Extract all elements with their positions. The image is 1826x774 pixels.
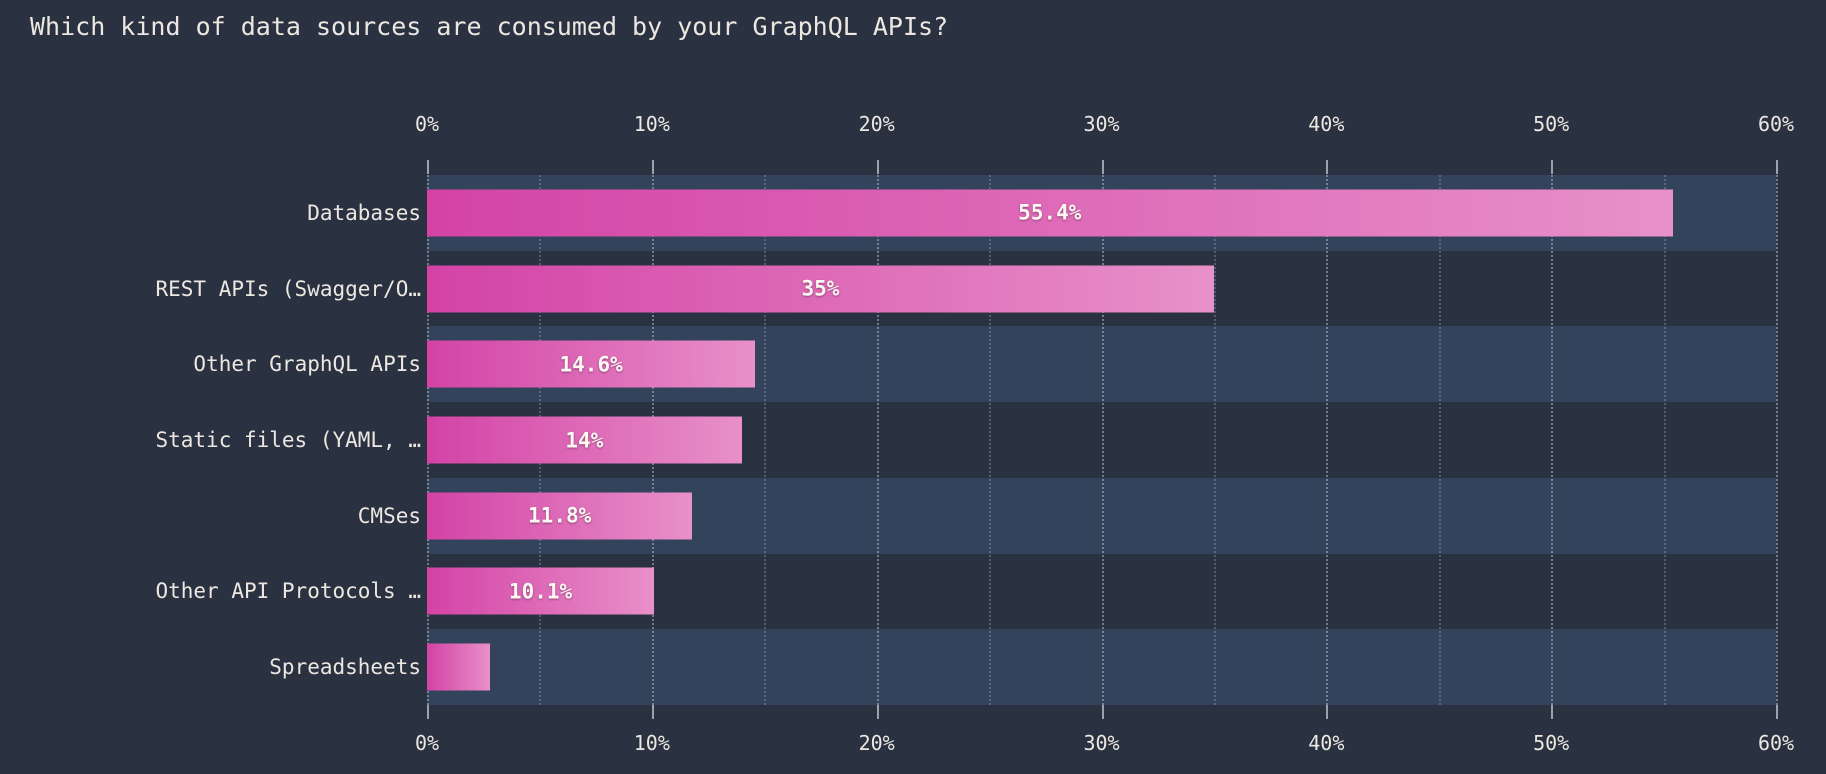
axis-tick-label: 30% [1083,112,1120,136]
axis-tick [1776,160,1778,174]
axis-tick [1551,160,1554,174]
bar[interactable]: 14.6% [427,340,756,388]
axis-tick-label: 30% [1083,731,1120,755]
bar-value-label: 35% [801,276,840,301]
category-label: Spreadsheets [269,655,421,680]
category-label: CMSes [357,503,421,528]
gridline-major [876,175,879,705]
gridline-major [1326,175,1329,705]
axis-tick [651,705,654,719]
axis-tick [1326,705,1329,719]
bar-value-label: 11.8% [528,503,592,528]
bar[interactable]: 14% [427,416,742,464]
axis-tick-label: 50% [1533,112,1570,136]
gridline-minor [1663,175,1666,705]
axis-tick-label: 10% [633,112,670,136]
gridline-major [1101,175,1104,705]
axis-tick [427,160,429,174]
axis-tick [876,160,879,174]
axis-tick-label: 20% [858,112,895,136]
axis-tick [1326,160,1329,174]
axis-tick-label: 50% [1533,731,1570,755]
axis-tick [651,160,654,174]
bar-value-label: 14% [565,428,604,452]
bar-value-label: 10.1% [508,579,573,604]
category-label: REST APIs (Swagger/O… [155,276,421,301]
bar-value-label: 55.4% [1018,200,1082,225]
category-label: Other API Protocols … [155,579,421,604]
axis-tick-label: 40% [1308,731,1345,755]
axis-tick [876,705,879,719]
gridline-minor [1213,175,1216,705]
bar[interactable]: 55.4% [427,189,1673,237]
bar[interactable] [427,643,490,691]
axis-tick [1776,705,1778,719]
axis-tick [1101,705,1104,719]
axis-tick [1551,705,1554,719]
bar[interactable]: 11.8% [427,492,693,540]
gridline-major [1776,175,1778,705]
axis-tick-label: 0% [414,112,440,136]
bar-value-label: 14.6% [559,352,623,377]
axis-tick [1101,160,1104,174]
axis-tick-label: 60% [1757,112,1795,136]
gridline-minor [1438,175,1441,705]
gridline-minor [764,175,767,705]
bar[interactable]: 10.1% [427,567,655,615]
axis-tick [427,705,429,719]
category-label: Databases [307,200,421,225]
axis-tick-label: 20% [858,731,895,755]
category-label: Other GraphQL APIs [193,352,421,377]
category-label: Static files (YAML, … [155,428,421,452]
axis-tick-label: 40% [1308,112,1345,136]
bar[interactable]: 35% [427,265,1214,313]
gridline-major [1551,175,1554,705]
gridline-minor [989,175,992,705]
axis-tick-label: 0% [414,731,440,755]
bar-chart: 0% 10% 20% 30% 40% 50% 60% 0% 10% 20% 30% 40% 50% 60… [0,0,1826,774]
axis-tick-label: 60% [1757,731,1795,755]
axis-tick-label: 10% [633,731,670,755]
